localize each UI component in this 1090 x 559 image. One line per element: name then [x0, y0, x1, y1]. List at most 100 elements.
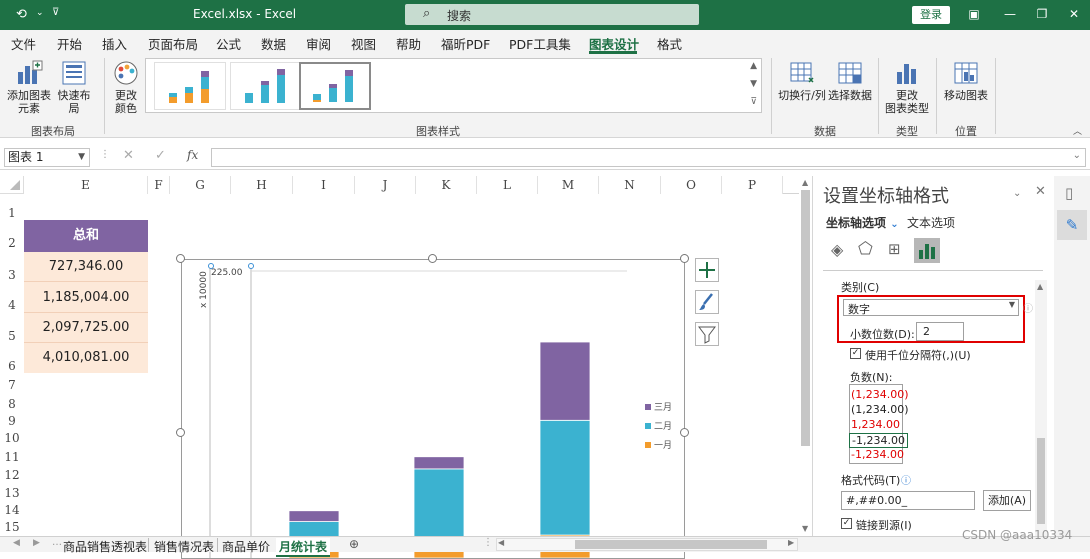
negative-option[interactable]: (1,234.00) — [851, 403, 909, 416]
page-icon[interactable]: ▯ — [1065, 184, 1073, 202]
quick-layout-button[interactable]: 快速布局 — [53, 60, 95, 115]
row-header-3[interactable]: 3 — [0, 268, 24, 282]
row-header-15[interactable]: 15 — [0, 520, 24, 534]
resize-handle[interactable] — [680, 254, 689, 263]
info-icon[interactable]: ⓘ — [901, 472, 911, 487]
tab-foxit-pdf[interactable]: 福昕PDF — [441, 34, 490, 53]
category-select[interactable]: 数字 ▼ — [843, 299, 1019, 316]
row-header-7[interactable]: 7 — [0, 378, 24, 392]
value-cell[interactable]: 727,346.00 — [24, 252, 148, 282]
negative-option[interactable]: -1,234.00 — [851, 448, 904, 461]
sheet-tab-active[interactable]: 月统计表 — [276, 538, 331, 557]
tab-home[interactable]: 开始 — [57, 34, 82, 53]
hscroll-right-icon[interactable]: ▶ — [788, 538, 794, 547]
effects-icon[interactable]: ⬠ — [858, 239, 873, 259]
resize-handle[interactable] — [176, 428, 185, 437]
chart-area[interactable]: 225.00 x 10000 三月 二月 一月 — [181, 259, 685, 559]
gallery-more-icon[interactable]: ⊽ — [750, 97, 757, 107]
name-box[interactable]: 图表 1 ▼ — [4, 148, 90, 167]
resize-handle[interactable] — [680, 428, 689, 437]
header-cell-total[interactable]: 总和 — [24, 220, 148, 252]
value-cell[interactable]: 1,185,004.00 — [24, 282, 148, 313]
column-header-l[interactable]: L — [477, 176, 538, 194]
format-chart-icon[interactable]: ✎ — [1057, 210, 1087, 240]
collapse-ribbon-icon[interactable]: ︿ — [1073, 124, 1082, 137]
vertical-scroll-thumb[interactable] — [801, 190, 810, 446]
tab-axis-options[interactable]: 坐标轴选项 ⌄ — [826, 214, 899, 231]
negative-option[interactable]: 1,234.00 — [851, 418, 900, 431]
negative-option[interactable]: (1,234.00) — [851, 388, 909, 401]
hscroll-left-icon[interactable]: ◀ — [498, 538, 504, 547]
change-chart-type-button[interactable]: 更改 图表类型 — [884, 60, 930, 115]
chart-style-thumb-2[interactable] — [230, 62, 302, 110]
row-header-5[interactable]: 5 — [0, 329, 24, 343]
move-chart-button[interactable]: 移动图表 — [944, 60, 988, 102]
switch-row-column-button[interactable]: 切换行/列 — [778, 60, 826, 102]
horizontal-scroll-thumb[interactable] — [575, 540, 767, 549]
bar-segment-3-2[interactable] — [413, 456, 465, 470]
scroll-up-icon[interactable]: ▲ — [802, 178, 808, 187]
column-header-k[interactable]: K — [416, 176, 477, 194]
sheet-tab[interactable]: 商品销售透视表 — [63, 538, 147, 555]
tab-formulas[interactable]: 公式 — [216, 34, 241, 53]
select-all-corner[interactable] — [0, 176, 24, 194]
row-header-1[interactable]: 1 — [0, 206, 24, 220]
scroll-tabs-left-icon[interactable]: ◀ — [13, 538, 20, 548]
ribbon-display-icon[interactable]: ▣ — [966, 6, 982, 22]
tabs-options-icon[interactable]: ⋮ — [483, 537, 493, 548]
column-header-g[interactable]: G — [170, 176, 231, 194]
gallery-scroll-down-icon[interactable]: ▼ — [750, 79, 757, 89]
row-header-11[interactable]: 11 — [0, 450, 24, 464]
scroll-tabs-right-icon[interactable]: ▶ — [33, 538, 40, 548]
row-header-6[interactable]: 6 — [0, 359, 24, 373]
login-button[interactable]: 登录 — [912, 6, 950, 24]
tab-review[interactable]: 审阅 — [306, 34, 331, 53]
close-icon[interactable]: ✕ — [1066, 6, 1082, 22]
tab-help[interactable]: 帮助 — [396, 34, 421, 53]
row-header-4[interactable]: 4 — [0, 298, 24, 312]
column-header-j[interactable]: J — [355, 176, 416, 194]
row-header-13[interactable]: 13 — [0, 486, 24, 500]
tab-file[interactable]: 文件 — [11, 34, 36, 53]
row-header-2[interactable]: 2 — [0, 236, 24, 250]
column-header-e[interactable]: E — [24, 176, 148, 194]
column-header-o[interactable]: O — [661, 176, 722, 194]
search-input[interactable]: ⌕ 搜索 — [405, 4, 699, 25]
pane-scroll-up-icon[interactable]: ▲ — [1037, 282, 1043, 291]
tab-insert[interactable]: 插入 — [102, 34, 127, 53]
chevron-down-icon[interactable]: ▼ — [78, 149, 85, 166]
gallery-scroll-up-icon[interactable]: ▲ — [750, 61, 757, 71]
column-header-h[interactable]: H — [231, 176, 293, 194]
formula-input[interactable]: ⌄ — [211, 148, 1086, 167]
sheet-tab[interactable]: 销售情况表 — [154, 538, 214, 555]
column-header-m[interactable]: M — [538, 176, 599, 194]
chart-filters-button[interactable] — [695, 322, 719, 346]
tab-text-options[interactable]: 文本选项 — [907, 214, 955, 231]
chart-elements-button[interactable] — [695, 258, 719, 282]
negative-option-selected[interactable]: -1,234.00 — [849, 433, 908, 448]
pane-close-icon[interactable]: ✕ — [1035, 184, 1046, 199]
cancel-icon[interactable]: ✕ — [123, 148, 134, 163]
minimize-icon[interactable]: — — [1002, 6, 1018, 22]
decimal-places-input[interactable]: 2 — [916, 322, 964, 341]
tab-pdf-tools[interactable]: PDF工具集 — [509, 34, 571, 53]
row-header-12[interactable]: 12 — [0, 468, 24, 482]
tab-page-layout[interactable]: 页面布局 — [148, 34, 198, 53]
resize-handle[interactable] — [428, 254, 437, 263]
enter-icon[interactable]: ✓ — [155, 148, 166, 163]
column-header-p[interactable]: P — [722, 176, 783, 194]
tab-data[interactable]: 数据 — [261, 34, 286, 53]
customize-toolbar-icon[interactable]: ⊽ — [52, 7, 59, 18]
add-chart-element-button[interactable]: 添加图表 元素 — [7, 60, 51, 115]
chart-style-thumb-3[interactable] — [299, 62, 371, 110]
tab-format[interactable]: 格式 — [657, 34, 682, 53]
bar-segment-3-3[interactable] — [539, 341, 591, 421]
scroll-down-icon[interactable]: ▼ — [802, 524, 808, 533]
value-cell[interactable]: 2,097,725.00 — [24, 313, 148, 343]
autosave-icon[interactable]: ⟲ — [16, 7, 27, 22]
chart-plot[interactable]: 225.00 x 10000 三月二月一月 — [182, 260, 684, 558]
info-icon[interactable]: ⓘ — [1023, 300, 1033, 315]
pane-scroll-thumb[interactable] — [1037, 438, 1045, 524]
more-tabs-icon[interactable]: … — [52, 537, 62, 548]
chart-style-thumb-1[interactable] — [154, 62, 226, 110]
